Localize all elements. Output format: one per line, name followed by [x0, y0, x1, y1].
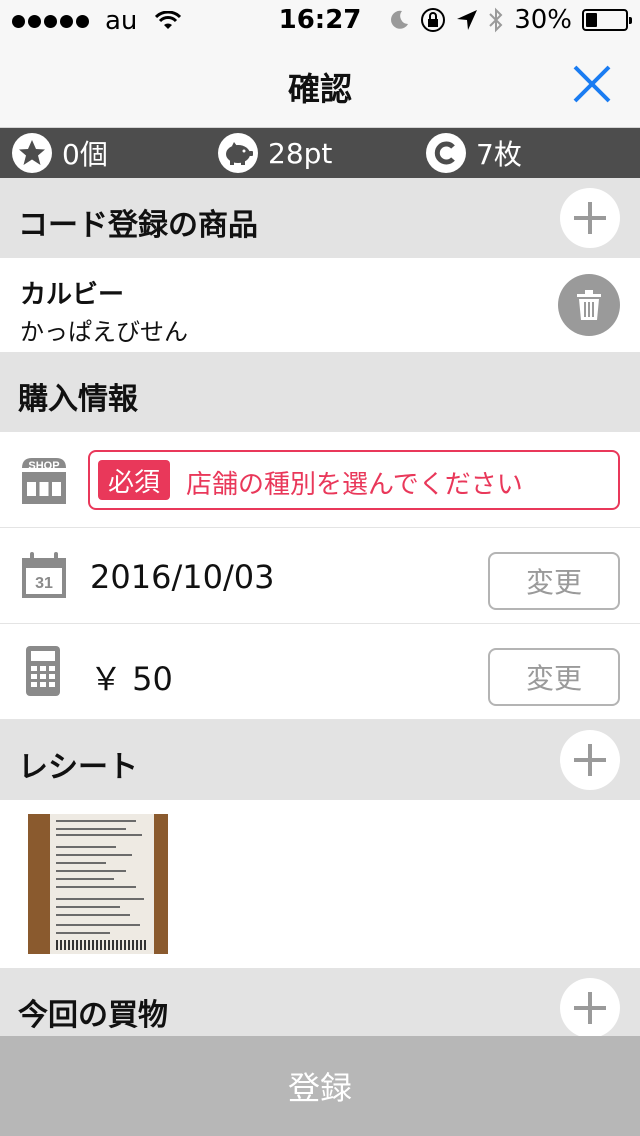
moon-icon [391, 10, 409, 29]
product-name: かっぱえびせん [20, 318, 188, 346]
piggy-bank-icon [218, 133, 258, 173]
current-shopping-title: 今回の買物 [18, 998, 168, 1033]
close-icon[interactable] [570, 62, 614, 106]
purchase-price-value: ￥ 50 [90, 660, 173, 698]
purchase-date-row: 31 2016/10/03 変更 [0, 528, 640, 624]
product-item: カルビー かっぱえびせん [0, 258, 640, 352]
receipt-header: レシート [0, 720, 640, 800]
shop-icon: SHOP [22, 458, 66, 504]
battery-icon [582, 9, 632, 31]
add-shopping-button[interactable] [560, 978, 620, 1038]
coupon-c-icon [426, 133, 466, 173]
status-right: 30% [388, 5, 632, 35]
coupon-count-value: 7枚 [476, 138, 522, 171]
navigation-bar: 確認 [0, 40, 640, 128]
delete-product-button[interactable] [558, 274, 620, 336]
star-icon [12, 133, 52, 173]
add-receipt-button[interactable] [560, 730, 620, 790]
change-price-button[interactable]: 変更 [488, 648, 620, 706]
add-product-button[interactable] [560, 188, 620, 248]
required-badge: 必須 [98, 460, 171, 500]
shop-type-row: SHOP 必須 店舗の種別を選んでください [0, 432, 640, 528]
change-date-button[interactable]: 変更 [488, 552, 620, 610]
code-products-header: コード登録の商品 [0, 178, 640, 258]
page-title: 確認 [287, 70, 352, 108]
product-brand: カルビー [20, 280, 125, 310]
bluetooth-icon [489, 7, 503, 33]
location-arrow-icon [457, 10, 478, 30]
rotation-lock-icon [421, 8, 446, 32]
coupon-count: 7枚 [426, 133, 522, 173]
svg-text:31: 31 [35, 575, 53, 592]
star-count-value: 0個 [62, 138, 108, 171]
purchase-price-row: ￥ 50 変更 [0, 624, 640, 720]
trash-icon [577, 290, 601, 320]
receipt-title: レシート [18, 750, 138, 785]
receipt-paper [50, 814, 154, 954]
code-products-title: コード登録の商品 [18, 208, 258, 243]
point-balance: 28pt [218, 133, 332, 173]
purchase-info-title: 購入情報 [18, 382, 138, 417]
purchase-date-value: 2016/10/03 [90, 558, 275, 596]
receipt-area [0, 800, 640, 968]
receipt-photo-thumbnail[interactable] [28, 814, 168, 954]
status-bar: au 16:27 30% [0, 0, 640, 40]
point-balance-value: 28pt [268, 136, 333, 170]
star-count: 0個 [12, 133, 108, 173]
register-button[interactable]: 登録 [0, 1036, 640, 1136]
shop-type-placeholder: 店舗の種別を選んでください [186, 470, 523, 500]
points-summary-bar: 0個 28pt 7枚 [0, 128, 640, 178]
calculator-icon [26, 646, 60, 696]
battery-percent: 30% [514, 5, 572, 35]
purchase-info-header: 購入情報 [0, 352, 640, 432]
svg-text:SHOP: SHOP [28, 460, 59, 472]
shop-type-select[interactable]: 必須 店舗の種別を選んでください [88, 450, 620, 510]
calendar-icon: 31 [22, 552, 66, 598]
